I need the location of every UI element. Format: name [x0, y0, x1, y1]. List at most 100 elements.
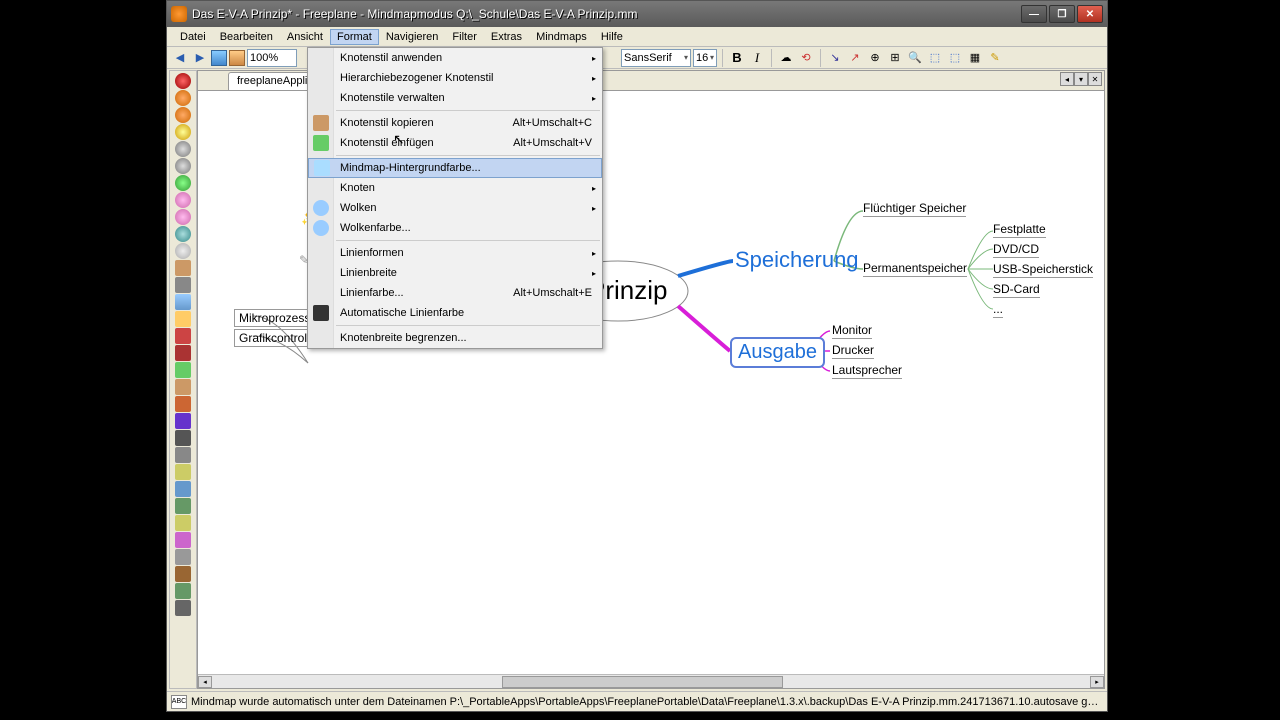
- node-ausgabe-item[interactable]: Lautsprecher: [832, 363, 902, 379]
- menu-mindmaps[interactable]: Mindmaps: [529, 29, 594, 45]
- tb-img-icon[interactable]: [211, 50, 227, 66]
- palette-icon[interactable]: [175, 277, 191, 293]
- font-select[interactable]: SansSerif: [621, 49, 691, 67]
- palette-icon[interactable]: [175, 243, 191, 259]
- tb-tool4-icon[interactable]: ⊞: [886, 49, 904, 67]
- menu-item[interactable]: Knotenbreite begrenzen...: [308, 328, 602, 348]
- palette-icon[interactable]: [175, 515, 191, 531]
- tb-cloud-icon[interactable]: ☁: [777, 49, 795, 67]
- minimize-button[interactable]: —: [1021, 5, 1047, 23]
- menu-item[interactable]: Knotenstil einfügenAlt+Umschalt+V: [308, 133, 602, 153]
- menu-bearbeiten[interactable]: Bearbeiten: [213, 29, 280, 45]
- node-perm-item[interactable]: USB-Speicherstick: [993, 262, 1093, 278]
- palette-icon[interactable]: [175, 158, 191, 174]
- titlebar[interactable]: Das E-V-A Prinzip* - Freeplane - Mindmap…: [167, 1, 1107, 27]
- palette-icon[interactable]: [175, 107, 191, 123]
- tb-search-icon[interactable]: 🔍: [906, 49, 924, 67]
- bold-button[interactable]: B: [728, 49, 746, 67]
- palette-icon[interactable]: [175, 294, 191, 310]
- menu-item[interactable]: Mindmap-Hintergrundfarbe...: [308, 158, 602, 178]
- tb-next-icon[interactable]: ▶: [191, 49, 209, 67]
- menu-item[interactable]: Linienfarbe...Alt+Umschalt+E: [308, 283, 602, 303]
- node-perm-item[interactable]: SD-Card: [993, 282, 1040, 298]
- menu-item[interactable]: Knotenstil kopierenAlt+Umschalt+C: [308, 113, 602, 133]
- tb-tool3-icon[interactable]: ⊕: [866, 49, 884, 67]
- tb-tool1-icon[interactable]: ↘: [826, 49, 844, 67]
- node-ausgabe-item[interactable]: Drucker: [832, 343, 874, 359]
- zoom-select[interactable]: 100%: [247, 49, 297, 67]
- maximize-button[interactable]: ❐: [1049, 5, 1075, 23]
- menu-extras[interactable]: Extras: [484, 29, 529, 45]
- palette-icon[interactable]: [175, 464, 191, 480]
- palette-icon[interactable]: [175, 260, 191, 276]
- node-ausgabe-item[interactable]: Monitor: [832, 323, 872, 339]
- menu-item[interactable]: Linienbreite▸: [308, 263, 602, 283]
- palette-icon[interactable]: [175, 566, 191, 582]
- palette-icon[interactable]: [175, 209, 191, 225]
- node-permanent[interactable]: Permanentspeicher: [863, 261, 967, 277]
- palette-icon[interactable]: [175, 413, 191, 429]
- menu-item[interactable]: Wolkenfarbe...: [308, 218, 602, 238]
- menu-ansicht[interactable]: Ansicht: [280, 29, 330, 45]
- palette-icon[interactable]: [175, 430, 191, 446]
- menu-item[interactable]: Knotenstile verwalten▸: [308, 88, 602, 108]
- fontsize-select[interactable]: 16: [693, 49, 717, 67]
- palette-icon[interactable]: [175, 379, 191, 395]
- tb-tool8-icon[interactable]: ✎: [986, 49, 1004, 67]
- palette-icon[interactable]: [175, 226, 191, 242]
- palette-icon[interactable]: [175, 141, 191, 157]
- palette-icon[interactable]: [175, 345, 191, 361]
- palette-icon[interactable]: [175, 192, 191, 208]
- tb-tool2-icon[interactable]: ↗: [846, 49, 864, 67]
- menu-item[interactable]: Automatische Linienfarbe: [308, 303, 602, 323]
- node-speicherung[interactable]: Speicherung: [735, 247, 859, 273]
- menu-hilfe[interactable]: Hilfe: [594, 29, 630, 45]
- tab-next-icon[interactable]: ▾: [1074, 72, 1088, 86]
- palette-icon[interactable]: [175, 124, 191, 140]
- palette-icon[interactable]: [175, 311, 191, 327]
- italic-button[interactable]: I: [748, 49, 766, 67]
- palette-icon[interactable]: [175, 175, 191, 191]
- scroll-thumb[interactable]: [502, 676, 783, 688]
- node-perm-item[interactable]: DVD/CD: [993, 242, 1039, 258]
- node-perm-item[interactable]: Festplatte: [993, 222, 1046, 238]
- palette-icon[interactable]: [175, 90, 191, 106]
- menu-item[interactable]: Knotenstil anwenden▸: [308, 48, 602, 68]
- palette-icon[interactable]: [175, 549, 191, 565]
- palette-icon[interactable]: [175, 447, 191, 463]
- menu-item[interactable]: Linienformen▸: [308, 243, 602, 263]
- icon-palette[interactable]: [169, 70, 197, 689]
- menu-item[interactable]: Wolken▸: [308, 198, 602, 218]
- palette-icon[interactable]: [175, 532, 191, 548]
- horizontal-scrollbar[interactable]: ◂ ▸: [198, 674, 1104, 688]
- tb-tool7-icon[interactable]: ▦: [966, 49, 984, 67]
- palette-icon[interactable]: [175, 73, 191, 89]
- tb-img2-icon[interactable]: [229, 50, 245, 66]
- tb-link-icon[interactable]: ⟲: [797, 49, 815, 67]
- menu-item[interactable]: Knoten▸: [308, 178, 602, 198]
- palette-icon[interactable]: [175, 498, 191, 514]
- tb-prev-icon[interactable]: ◀: [171, 49, 189, 67]
- menu-navigieren[interactable]: Navigieren: [379, 29, 446, 45]
- scroll-left-icon[interactable]: ◂: [198, 676, 212, 688]
- tb-tool5-icon[interactable]: ⬚: [926, 49, 944, 67]
- tab-close-icon[interactable]: ✕: [1088, 72, 1102, 86]
- menu-format[interactable]: Format: [330, 29, 379, 45]
- status-abc-icon[interactable]: ABC: [171, 695, 187, 709]
- menu-filter[interactable]: Filter: [445, 29, 483, 45]
- menubar[interactable]: Datei Bearbeiten Ansicht Format Navigier…: [167, 27, 1107, 47]
- node-ausgabe[interactable]: Ausgabe: [730, 337, 825, 368]
- palette-icon[interactable]: [175, 600, 191, 616]
- palette-icon[interactable]: [175, 583, 191, 599]
- palette-icon[interactable]: [175, 328, 191, 344]
- tab-prev-icon[interactable]: ◂: [1060, 72, 1074, 86]
- menu-datei[interactable]: Datei: [173, 29, 213, 45]
- scroll-right-icon[interactable]: ▸: [1090, 676, 1104, 688]
- palette-icon[interactable]: [175, 396, 191, 412]
- palette-icon[interactable]: [175, 362, 191, 378]
- node-perm-item[interactable]: ...: [993, 302, 1003, 318]
- menu-item[interactable]: Hierarchiebezogener Knotenstil▸: [308, 68, 602, 88]
- palette-icon[interactable]: [175, 481, 191, 497]
- node-fluechtiger[interactable]: Flüchtiger Speicher: [863, 201, 966, 217]
- scroll-track[interactable]: [212, 676, 1090, 688]
